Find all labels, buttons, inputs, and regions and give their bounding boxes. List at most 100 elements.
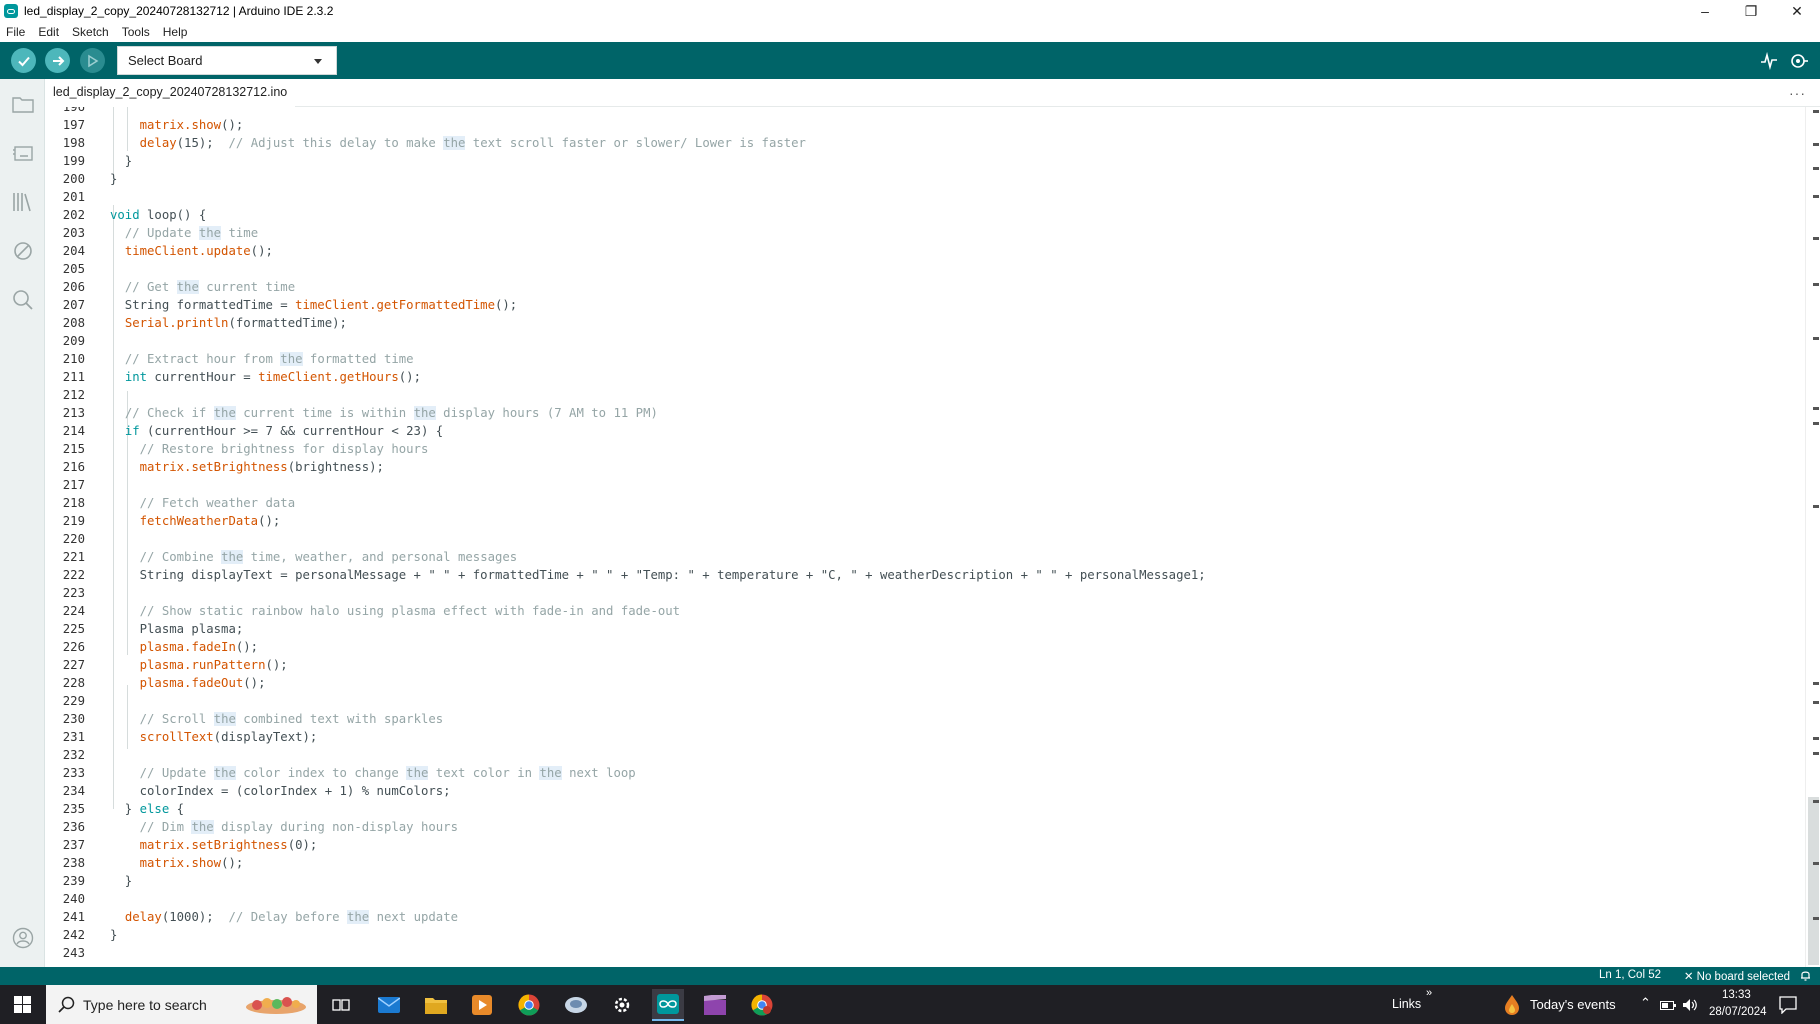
- code-line[interactable]: 218 // Fetch weather data: [45, 494, 1805, 512]
- code-line[interactable]: 228 plasma.fadeOut();: [45, 674, 1805, 692]
- clock-date[interactable]: 28/07/2024: [1709, 1006, 1767, 1018]
- code-line[interactable]: 230 // Scroll the combined text with spa…: [45, 710, 1805, 728]
- code-line[interactable]: 212: [45, 386, 1805, 404]
- code-line[interactable]: 240: [45, 890, 1805, 908]
- code-line[interactable]: 221 // Combine the time, weather, and pe…: [45, 548, 1805, 566]
- cursor-position[interactable]: Ln 1, Col 52: [1599, 969, 1661, 981]
- line-number: 202: [62, 208, 85, 222]
- battery-icon[interactable]: [1660, 999, 1676, 1011]
- code-line[interactable]: 225 Plasma plasma;: [45, 620, 1805, 638]
- menu-sketch[interactable]: Sketch: [72, 25, 109, 39]
- chrome-profile-button[interactable]: [746, 989, 778, 1021]
- debugger-button[interactable]: [10, 238, 35, 263]
- code-line[interactable]: 213 // Check if the current time is with…: [45, 404, 1805, 422]
- code-line[interactable]: 214 if (currentHour >= 7 && currentHour …: [45, 422, 1805, 440]
- sketchbook-button[interactable]: [10, 91, 35, 116]
- code-line[interactable]: 239 }: [45, 872, 1805, 890]
- clock-time[interactable]: 13:33: [1722, 989, 1751, 1001]
- account-button[interactable]: [10, 925, 35, 950]
- weather-widget-icon[interactable]: [1504, 994, 1520, 1016]
- links-chevron[interactable]: »: [1426, 987, 1432, 999]
- code-line[interactable]: 241 delay(1000); // Delay before the nex…: [45, 908, 1805, 926]
- code-line[interactable]: 226 plasma.fadeIn();: [45, 638, 1805, 656]
- serial-plotter-button[interactable]: [1758, 50, 1780, 72]
- code-line[interactable]: 208 Serial.println(formattedTime);: [45, 314, 1805, 332]
- code-line[interactable]: 235 } else {: [45, 800, 1805, 818]
- code-line[interactable]: 242}: [45, 926, 1805, 944]
- mail-button[interactable]: [373, 989, 405, 1021]
- code-line[interactable]: 201: [45, 188, 1805, 206]
- code-line[interactable]: 210 // Extract hour from the formatted t…: [45, 350, 1805, 368]
- code-line[interactable]: 236 // Dim the display during non-displa…: [45, 818, 1805, 836]
- task-view-button[interactable]: [325, 989, 357, 1021]
- code-line[interactable]: 204 timeClient.update();: [45, 242, 1805, 260]
- action-center-icon[interactable]: [1779, 996, 1797, 1014]
- board-status[interactable]: ✕ No board selected: [1684, 969, 1790, 983]
- close-button[interactable]: ✕: [1774, 0, 1820, 22]
- code-line[interactable]: 202 void loop() {: [45, 206, 1805, 224]
- search-button[interactable]: [10, 287, 35, 312]
- code-line[interactable]: 224 // Show static rainbow halo using pl…: [45, 602, 1805, 620]
- menu-help[interactable]: Help: [163, 25, 188, 39]
- code-line[interactable]: 219 fetchWeatherData();: [45, 512, 1805, 530]
- volume-icon[interactable]: [1682, 997, 1698, 1013]
- code-line[interactable]: 209: [45, 332, 1805, 350]
- board-selector[interactable]: Select Board: [117, 46, 337, 75]
- code-line[interactable]: 223: [45, 584, 1805, 602]
- scroll-marker: [1813, 337, 1819, 340]
- more-actions-button[interactable]: ···: [1789, 85, 1806, 101]
- media-button[interactable]: [466, 989, 498, 1021]
- code-line[interactable]: 211 int currentHour = timeClient.getHour…: [45, 368, 1805, 386]
- chrome-button[interactable]: [513, 989, 545, 1021]
- arduino-taskbar-button[interactable]: [652, 989, 684, 1021]
- code-line[interactable]: 206 // Get the current time: [45, 278, 1805, 296]
- code-editor[interactable]: 196 197 matrix.show(); 198 delay(15); // A…: [45, 107, 1805, 967]
- menu-file[interactable]: File: [6, 25, 25, 39]
- code-line[interactable]: 231 scrollText(displayText);: [45, 728, 1805, 746]
- code-line[interactable]: 234 colorIndex = (colorIndex + 1) % numC…: [45, 782, 1805, 800]
- minimize-button[interactable]: –: [1682, 0, 1728, 22]
- taskbar-search-box[interactable]: Type here to search: [46, 985, 317, 1024]
- code-line[interactable]: 196: [45, 107, 1805, 116]
- start-button[interactable]: [0, 985, 45, 1024]
- code-line[interactable]: 229: [45, 692, 1805, 710]
- clapper-button[interactable]: [699, 989, 731, 1021]
- code-line[interactable]: 238 matrix.show();: [45, 854, 1805, 872]
- menu-edit[interactable]: Edit: [38, 25, 59, 39]
- code-line[interactable]: 216 matrix.setBrightness(brightness);: [45, 458, 1805, 476]
- debug-button[interactable]: [80, 48, 105, 73]
- code-line[interactable]: 199 }: [45, 152, 1805, 170]
- code-line[interactable]: 233 // Update the color index to change …: [45, 764, 1805, 782]
- todays-events[interactable]: Today's events: [1530, 997, 1616, 1012]
- code-line[interactable]: 215 // Restore brightness for display ho…: [45, 440, 1805, 458]
- code-line[interactable]: 237 matrix.setBrightness(0);: [45, 836, 1805, 854]
- code-line[interactable]: 227 plasma.runPattern();: [45, 656, 1805, 674]
- scrollbar-thumb[interactable]: [1808, 797, 1819, 965]
- boards-manager-button[interactable]: [10, 140, 35, 165]
- upload-button[interactable]: [45, 48, 70, 73]
- links-toolbar[interactable]: Links: [1392, 997, 1421, 1011]
- code-line[interactable]: 205: [45, 260, 1805, 278]
- code-line[interactable]: 200}: [45, 170, 1805, 188]
- verify-button[interactable]: [11, 48, 36, 73]
- code-line[interactable]: 207 String formattedTime = timeClient.ge…: [45, 296, 1805, 314]
- code-line[interactable]: 220: [45, 530, 1805, 548]
- code-line[interactable]: 197 matrix.show();: [45, 116, 1805, 134]
- code-line[interactable]: 243: [45, 944, 1805, 962]
- app-button[interactable]: [560, 989, 592, 1021]
- serial-monitor-button[interactable]: [1788, 50, 1810, 72]
- code-line[interactable]: 222 String displayText = personalMessage…: [45, 566, 1805, 584]
- code-line[interactable]: 232: [45, 746, 1805, 764]
- notification-bell-icon[interactable]: [1800, 969, 1811, 984]
- library-manager-button[interactable]: [10, 189, 35, 214]
- tray-chevron-up-icon[interactable]: ⌃: [1640, 995, 1651, 1011]
- restore-button[interactable]: ❐: [1728, 0, 1774, 22]
- code-line[interactable]: 217: [45, 476, 1805, 494]
- settings-button[interactable]: [606, 989, 638, 1021]
- tab-sketch-file[interactable]: led_display_2_copy_20240728132712.ino: [45, 79, 296, 107]
- code-line[interactable]: 198 delay(15); // Adjust this delay to m…: [45, 134, 1805, 152]
- menu-tools[interactable]: Tools: [122, 25, 150, 39]
- vertical-scrollbar[interactable]: [1805, 107, 1820, 967]
- code-line[interactable]: 203 // Update the time: [45, 224, 1805, 242]
- file-explorer-button[interactable]: [420, 989, 452, 1021]
